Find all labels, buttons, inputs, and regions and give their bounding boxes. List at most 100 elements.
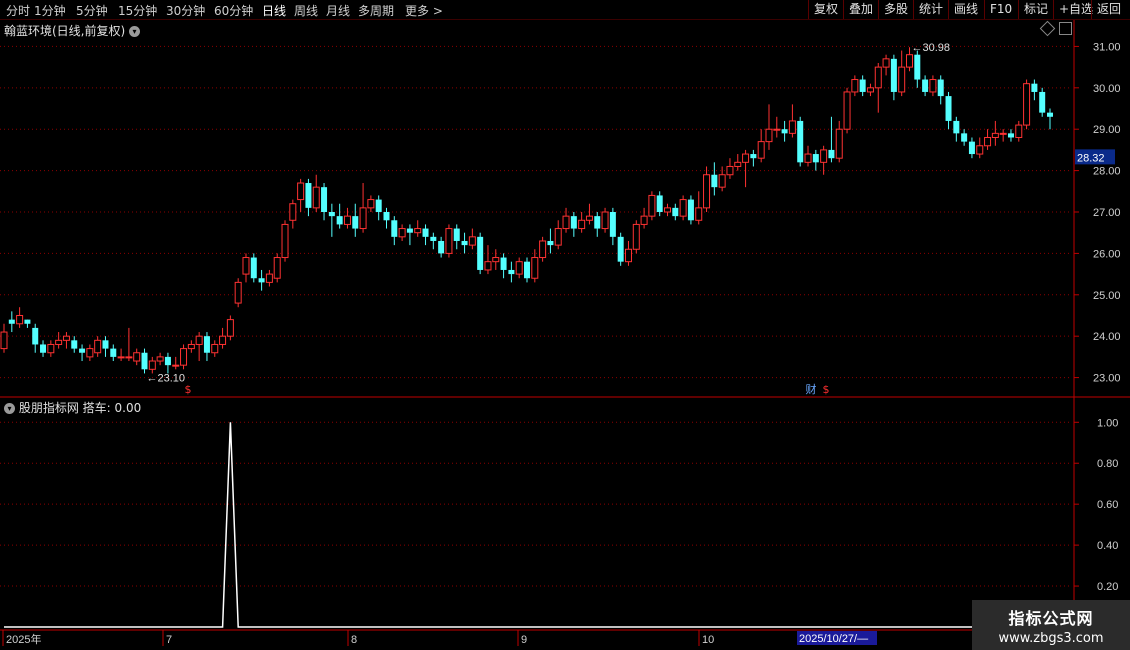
main-tick-label: 25.00 bbox=[1093, 290, 1121, 302]
candle-body-down bbox=[258, 278, 265, 283]
candle-body-down bbox=[687, 199, 694, 221]
date-label: 10 bbox=[702, 634, 714, 646]
candle-body-up bbox=[788, 120, 796, 134]
candle-body-down bbox=[617, 236, 624, 262]
candle-body-down bbox=[609, 212, 616, 237]
watermark-url: www.zbgs3.com bbox=[998, 631, 1104, 646]
candle-body-down bbox=[945, 96, 952, 121]
candle-body-down bbox=[937, 79, 944, 97]
high-price-label: ←30.98 bbox=[911, 42, 950, 54]
candle-body-down bbox=[328, 212, 335, 217]
candle-body-down bbox=[672, 207, 679, 217]
candle-body-up bbox=[835, 128, 843, 159]
candle-body-up bbox=[905, 54, 913, 68]
candle-body-up bbox=[640, 215, 648, 225]
candle-body-up bbox=[211, 343, 219, 354]
main-tick-label: 28.00 bbox=[1093, 166, 1121, 178]
candle-body-up bbox=[468, 236, 476, 246]
candle-body-up bbox=[445, 228, 453, 254]
candle-body-down bbox=[953, 120, 960, 134]
candle-body-up bbox=[679, 199, 687, 217]
candle-body-down bbox=[32, 327, 39, 345]
candle-body-up bbox=[367, 199, 375, 209]
candle-body-down bbox=[102, 340, 109, 349]
candle-body-up bbox=[359, 207, 367, 230]
candle-body-up bbox=[484, 261, 492, 271]
candle-body-up bbox=[999, 132, 1007, 135]
candle-body-up bbox=[820, 149, 828, 163]
candle-body-down bbox=[305, 183, 312, 208]
candle-body-down bbox=[383, 212, 390, 221]
candle-body-up bbox=[219, 335, 227, 345]
candle-body-up bbox=[281, 223, 289, 259]
main-tick-label: 31.00 bbox=[1093, 41, 1121, 53]
candle-body-down bbox=[968, 141, 975, 155]
date-label: 2025年 bbox=[6, 632, 41, 646]
candle-body-down bbox=[477, 236, 484, 270]
candle-body-up bbox=[703, 174, 711, 209]
candle-body-up bbox=[414, 228, 422, 234]
watermark-title: 指标公式网 bbox=[1008, 609, 1094, 628]
candle-body-up bbox=[1015, 124, 1023, 138]
candle-body-up bbox=[991, 132, 999, 138]
candle-body-up bbox=[562, 215, 570, 230]
candle-body-down bbox=[110, 348, 117, 357]
candle-body-up bbox=[843, 91, 851, 130]
candle-body-down bbox=[24, 319, 31, 324]
candle-body-down bbox=[40, 344, 47, 353]
candle-body-up bbox=[265, 273, 273, 283]
candle-body-up bbox=[16, 314, 24, 325]
candle-body-up bbox=[273, 257, 281, 279]
candle-body-up bbox=[632, 223, 640, 250]
candle-body-up bbox=[172, 364, 180, 367]
candle-body-down bbox=[711, 174, 718, 188]
candle-body-up bbox=[804, 153, 812, 163]
main-tick-label: 26.00 bbox=[1093, 248, 1121, 260]
candle-body-down bbox=[141, 352, 148, 370]
candle-body-down bbox=[812, 154, 819, 163]
candle-body-down bbox=[750, 154, 757, 159]
main-tick-label: 27.00 bbox=[1093, 207, 1121, 219]
date-label: 7 bbox=[166, 634, 172, 646]
candle-body-up bbox=[187, 343, 195, 350]
sub-tick-label: 0.40 bbox=[1097, 540, 1118, 552]
candle-body-up bbox=[1023, 83, 1031, 126]
kline-chart: 23.00 24.00 25.00 26.00 27.00 28.00 29.00 30.00… bbox=[0, 20, 1130, 646]
candle-body-up bbox=[554, 228, 562, 246]
candle-body-down bbox=[422, 228, 429, 237]
candle-body-up bbox=[289, 203, 297, 221]
candle-body-up bbox=[195, 335, 203, 345]
main-tick-label: 23.00 bbox=[1093, 373, 1121, 385]
candle-body-down bbox=[8, 319, 15, 324]
candle-body-up bbox=[718, 174, 726, 188]
candle-body-up bbox=[726, 165, 734, 176]
candle-body-up bbox=[882, 58, 890, 68]
candle-body-down bbox=[71, 340, 78, 349]
sub-tick-label: 0.60 bbox=[1097, 499, 1118, 511]
candle-body-down bbox=[656, 195, 663, 212]
candle-body-down bbox=[828, 149, 835, 159]
candle-body-up bbox=[874, 66, 882, 89]
candle-body-down bbox=[594, 216, 601, 229]
event-mark: $ bbox=[823, 383, 830, 396]
candle-body-up bbox=[664, 207, 672, 213]
candle-body-down bbox=[922, 79, 929, 92]
candle-body-down bbox=[797, 120, 804, 163]
candle-body-up bbox=[242, 257, 250, 275]
signal-line bbox=[4, 422, 1050, 628]
candle-body-up bbox=[695, 207, 703, 221]
candle-body-up bbox=[156, 356, 164, 362]
event-mark: 财 bbox=[806, 382, 817, 396]
candle-body-down bbox=[1039, 91, 1046, 113]
candle-body-up bbox=[180, 348, 188, 366]
candle-body-down bbox=[430, 236, 437, 241]
candle-body-up bbox=[976, 145, 984, 155]
candle-body-down bbox=[203, 336, 210, 353]
candle-body-up bbox=[773, 128, 781, 131]
candle-body-down bbox=[406, 228, 413, 233]
candle-body-down bbox=[461, 240, 468, 246]
main-tick-label: 30.00 bbox=[1093, 83, 1121, 95]
candle-body-down bbox=[336, 216, 343, 225]
candle-body-up bbox=[624, 248, 632, 263]
candle-body-up bbox=[234, 281, 242, 304]
